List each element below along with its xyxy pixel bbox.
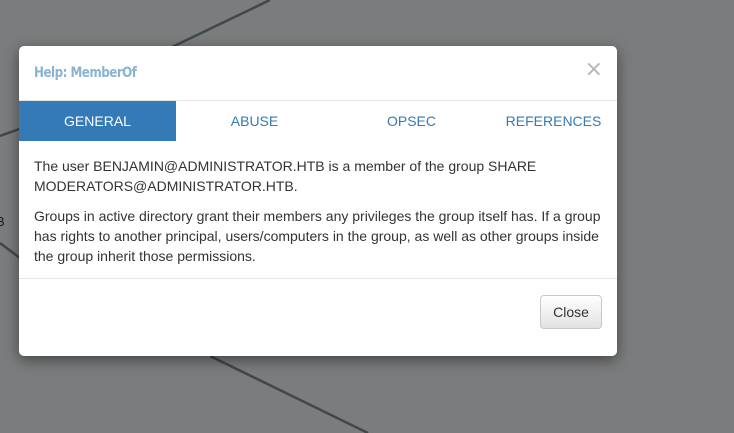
graph-node-label: B: [0, 214, 5, 229]
privilege-explanation: Groups in active directory grant their m…: [34, 208, 601, 264]
tab-opsec[interactable]: OPSEC: [333, 101, 490, 141]
tab-bar: GENERAL ABUSE OPSEC REFERENCES: [19, 101, 617, 142]
graph-edge: [0, 242, 21, 259]
modal-header: Help: MemberOf ×: [19, 46, 617, 101]
help-modal: Help: MemberOf × GENERAL ABUSE OPSEC REF…: [19, 46, 617, 356]
close-icon[interactable]: ×: [585, 59, 603, 81]
tab-references[interactable]: REFERENCES: [490, 101, 617, 141]
modal-body: The user BENJAMIN@ADMINISTRATOR.HTB is a…: [19, 142, 617, 279]
tab-general[interactable]: GENERAL: [19, 101, 176, 141]
close-button[interactable]: Close: [540, 295, 602, 329]
graph-edge: [169, 0, 271, 50]
tab-abuse[interactable]: ABUSE: [176, 101, 333, 141]
graph-edge: [209, 354, 369, 433]
modal-footer: Close: [19, 279, 617, 342]
membership-description: The user BENJAMIN@ADMINISTRATOR.HTB is a…: [34, 158, 537, 194]
modal-title: Help: MemberOf: [34, 65, 137, 81]
